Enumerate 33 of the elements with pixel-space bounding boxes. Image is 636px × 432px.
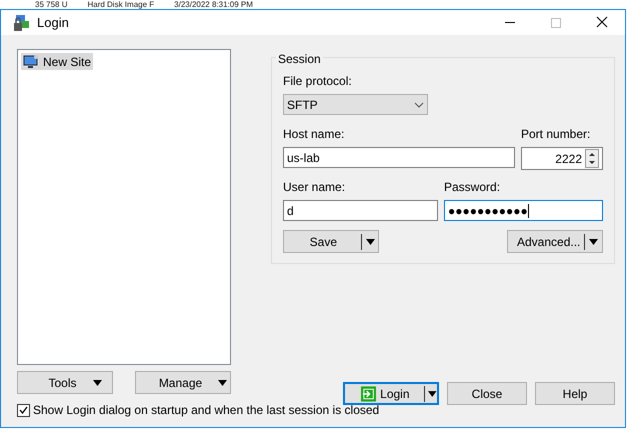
lock-monitor-icon [13,14,31,32]
menu-button[interactable]: Manage [135,371,231,394]
save-button[interactable]: Save [283,230,379,253]
protocol-dropdown[interactable]: SFTP [283,94,428,115]
file-cell: 3/23/2022 8:31:09 PM [174,0,253,9]
site-item[interactable]: New Site [21,53,94,70]
checkbox[interactable] [17,404,30,416]
chevron-down-icon [414,102,424,108]
caret-icon [366,238,375,244]
file-cell: 35 758 U [35,0,68,9]
field-label: Host name: [283,126,346,143]
caret-icon [218,380,228,386]
field-label: User name: [283,179,346,196]
spin-arrows-icon[interactable] [585,149,599,168]
enter-icon [361,386,376,402]
caret-icon [92,380,102,386]
field-label: Password: [444,179,502,196]
monitor-icon [23,54,39,69]
field-label: Port number: [521,126,592,143]
file-cell: Hard Disk Image F [87,0,154,9]
checkmark-icon [19,406,28,414]
caret-icon [428,390,438,396]
advanced-button[interactable]: Advanced... [507,230,603,253]
field-label: File protocol: [283,73,353,90]
text-field[interactable]: d [283,200,438,221]
login-button[interactable]: Login [343,382,439,405]
text-field[interactable]: us-lab [283,147,515,168]
menu-button[interactable]: Tools [17,371,113,394]
caret-icon [589,238,598,244]
dialog-button[interactable]: Help [535,382,615,405]
text-field[interactable]: ●●●●●●●●●●● [444,200,603,221]
dialog-button[interactable]: Close [447,382,527,405]
window-title: Login [37,14,69,32]
